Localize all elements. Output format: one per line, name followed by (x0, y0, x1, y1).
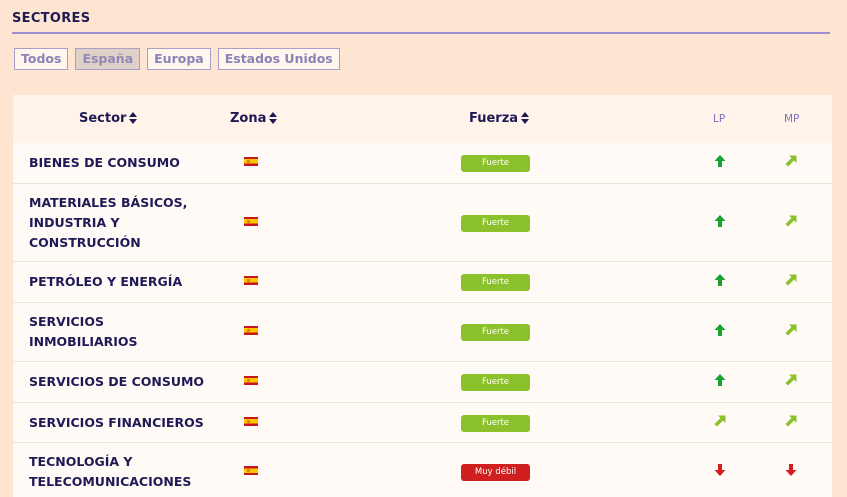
spain-flag-icon (244, 466, 258, 475)
arrow-down-icon (713, 463, 727, 477)
column-label-zona: Zona (230, 111, 267, 126)
sort-icon (269, 111, 278, 124)
arrow-down-icon (784, 463, 798, 477)
spain-flag-icon (244, 417, 258, 426)
sector-name-line: CONSTRUCCIÓN (29, 235, 141, 250)
table-row[interactable]: BIENES DE CONSUMO Fuerte (13, 143, 832, 184)
table-header: Sector Zona Fuerza LP MP (13, 95, 832, 143)
table-row[interactable]: SERVICIOS FINANCIEROS Fuerte (13, 403, 832, 443)
spain-flag-icon (244, 217, 258, 226)
sector-name-line: TECNOLOGÍA Y (29, 454, 133, 469)
page-title: SECTORES (12, 11, 91, 26)
sector-name-line: INDUSTRIA Y (29, 215, 120, 230)
sector-name[interactable]: BIENES DE CONSUMO (29, 153, 180, 173)
arrow-up-icon (713, 273, 727, 287)
table-row[interactable]: TECNOLOGÍA Y TELECOMUNICACIONES Muy débil (13, 443, 832, 497)
arrow-up-right-icon (784, 214, 798, 228)
table-row[interactable]: SERVICIOS INMOBILIARIOS Fuerte (13, 303, 832, 362)
table-row[interactable]: SERVICIOS DE CONSUMO Fuerte (13, 362, 832, 403)
spain-flag-icon (244, 376, 258, 385)
strength-badge: Fuerte (461, 374, 530, 391)
column-header-zona[interactable]: Zona (230, 95, 278, 143)
arrow-up-right-icon (784, 154, 798, 168)
sector-name-line: TELECOMUNICACIONES (29, 474, 192, 489)
filter-espana-button[interactable]: España (75, 48, 141, 70)
filter-estados-unidos-button[interactable]: Estados Unidos (217, 48, 340, 70)
arrow-up-right-icon (784, 323, 798, 337)
spain-flag-icon (244, 326, 258, 335)
arrow-up-icon (713, 323, 727, 337)
sector-name-line: INMOBILIARIOS (29, 334, 138, 349)
column-header-mp: MP (784, 113, 800, 125)
arrow-up-icon (713, 154, 727, 168)
sector-name-line: SERVICIOS DE CONSUMO (29, 374, 205, 389)
sort-icon (129, 111, 138, 124)
strength-badge: Fuerte (461, 324, 530, 341)
sector-name[interactable]: SERVICIOS FINANCIEROS (29, 413, 204, 433)
filter-todos-button[interactable]: Todos (14, 48, 69, 70)
column-header-fuerza[interactable]: Fuerza (469, 95, 530, 143)
table-row[interactable]: PETRÓLEO Y ENERGÍA Fuerte (13, 262, 832, 303)
zone-filter-group: Todos España Europa Estados Unidos (14, 48, 340, 70)
arrow-up-icon (713, 373, 727, 387)
sector-name-line: MATERIALES BÁSICOS, (29, 195, 188, 210)
arrow-up-right-icon (713, 414, 727, 428)
column-label-fuerza: Fuerza (469, 111, 519, 126)
strength-badge: Fuerte (461, 274, 530, 291)
arrow-up-right-icon (784, 273, 798, 287)
sector-name-line: BIENES DE CONSUMO (29, 155, 180, 170)
table-row[interactable]: MATERIALES BÁSICOS, INDUSTRIA Y CONSTRUCCI… (13, 184, 832, 262)
sector-name-line: SERVICIOS (29, 314, 104, 329)
sector-name[interactable]: SERVICIOS INMOBILIARIOS (29, 312, 138, 352)
sector-name-line: SERVICIOS FINANCIEROS (29, 415, 204, 430)
table-body: BIENES DE CONSUMO Fuerte MATERIALES BÁSICO… (13, 143, 832, 497)
filter-europa-button[interactable]: Europa (147, 48, 211, 70)
sector-name[interactable]: TECNOLOGÍA Y TELECOMUNICACIONES (29, 452, 191, 492)
sort-icon (521, 111, 530, 124)
sectors-table: Sector Zona Fuerza LP MP BIENES DE CONSU… (13, 95, 832, 497)
column-header-sector[interactable]: Sector (79, 95, 138, 143)
arrow-up-right-icon (784, 414, 798, 428)
spain-flag-icon (244, 276, 258, 285)
sector-name[interactable]: SERVICIOS DE CONSUMO (29, 372, 204, 392)
section-header: SECTORES (12, 10, 830, 34)
sector-name[interactable]: MATERIALES BÁSICOS, INDUSTRIA Y CONSTRUCCI… (29, 193, 187, 253)
strength-badge: Fuerte (461, 155, 530, 172)
strength-badge: Fuerte (461, 215, 530, 232)
arrow-up-icon (713, 214, 727, 228)
column-label-sector: Sector (79, 111, 127, 126)
column-header-lp: LP (713, 113, 726, 125)
strength-badge: Muy débil (461, 464, 530, 481)
strength-badge: Fuerte (461, 415, 530, 432)
sector-name[interactable]: PETRÓLEO Y ENERGÍA (29, 272, 182, 292)
title-divider (12, 32, 830, 34)
spain-flag-icon (244, 157, 258, 166)
sector-name-line: PETRÓLEO Y ENERGÍA (29, 274, 183, 289)
arrow-up-right-icon (784, 373, 798, 387)
